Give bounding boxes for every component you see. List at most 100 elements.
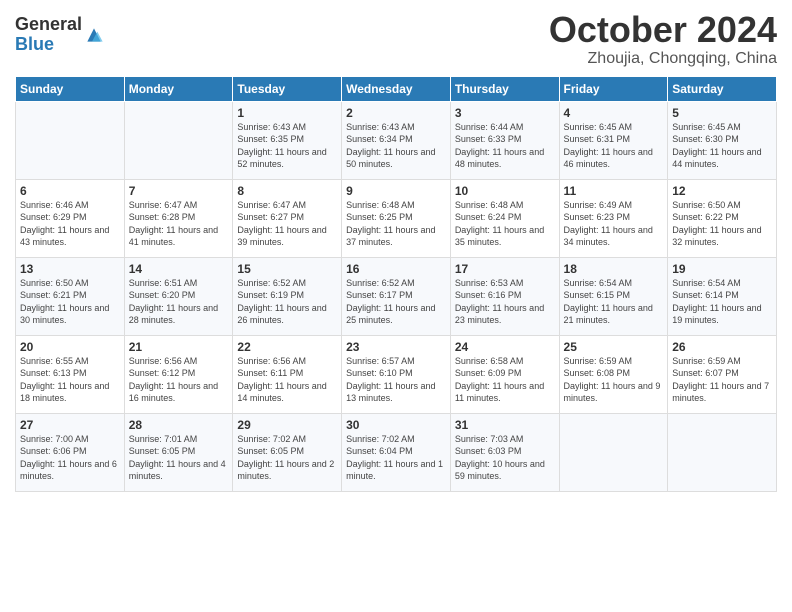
day-info: Sunrise: 6:50 AM Sunset: 6:21 PM Dayligh… — [20, 277, 120, 327]
day-number: 4 — [564, 106, 664, 120]
logo: General Blue — [15, 15, 104, 55]
calendar-cell: 30Sunrise: 7:02 AM Sunset: 6:04 PM Dayli… — [342, 413, 451, 491]
calendar-header-wednesday: Wednesday — [342, 76, 451, 101]
calendar-header-monday: Monday — [124, 76, 233, 101]
calendar-cell: 25Sunrise: 6:59 AM Sunset: 6:08 PM Dayli… — [559, 335, 668, 413]
day-number: 1 — [237, 106, 337, 120]
day-number: 18 — [564, 262, 664, 276]
calendar-cell: 24Sunrise: 6:58 AM Sunset: 6:09 PM Dayli… — [450, 335, 559, 413]
day-info: Sunrise: 6:54 AM Sunset: 6:15 PM Dayligh… — [564, 277, 664, 327]
calendar-cell — [668, 413, 777, 491]
day-info: Sunrise: 6:50 AM Sunset: 6:22 PM Dayligh… — [672, 199, 772, 249]
calendar-cell: 18Sunrise: 6:54 AM Sunset: 6:15 PM Dayli… — [559, 257, 668, 335]
day-info: Sunrise: 7:01 AM Sunset: 6:05 PM Dayligh… — [129, 433, 229, 483]
day-info: Sunrise: 6:52 AM Sunset: 6:19 PM Dayligh… — [237, 277, 337, 327]
calendar-cell: 28Sunrise: 7:01 AM Sunset: 6:05 PM Dayli… — [124, 413, 233, 491]
day-number: 22 — [237, 340, 337, 354]
calendar-cell: 27Sunrise: 7:00 AM Sunset: 6:06 PM Dayli… — [16, 413, 125, 491]
day-info: Sunrise: 6:56 AM Sunset: 6:12 PM Dayligh… — [129, 355, 229, 405]
subtitle: Zhoujia, Chongqing, China — [549, 50, 777, 68]
day-number: 15 — [237, 262, 337, 276]
day-info: Sunrise: 6:56 AM Sunset: 6:11 PM Dayligh… — [237, 355, 337, 405]
day-info: Sunrise: 6:59 AM Sunset: 6:07 PM Dayligh… — [672, 355, 772, 405]
day-info: Sunrise: 7:03 AM Sunset: 6:03 PM Dayligh… — [455, 433, 555, 483]
calendar-cell: 29Sunrise: 7:02 AM Sunset: 6:05 PM Dayli… — [233, 413, 342, 491]
calendar-cell: 15Sunrise: 6:52 AM Sunset: 6:19 PM Dayli… — [233, 257, 342, 335]
day-number: 12 — [672, 184, 772, 198]
calendar-cell: 7Sunrise: 6:47 AM Sunset: 6:28 PM Daylig… — [124, 179, 233, 257]
month-title: October 2024 — [549, 10, 777, 50]
day-info: Sunrise: 6:44 AM Sunset: 6:33 PM Dayligh… — [455, 121, 555, 171]
day-info: Sunrise: 6:46 AM Sunset: 6:29 PM Dayligh… — [20, 199, 120, 249]
calendar-cell: 22Sunrise: 6:56 AM Sunset: 6:11 PM Dayli… — [233, 335, 342, 413]
page: General Blue October 2024 Zhoujia, Chong… — [0, 0, 792, 612]
calendar-cell: 16Sunrise: 6:52 AM Sunset: 6:17 PM Dayli… — [342, 257, 451, 335]
calendar-cell: 4Sunrise: 6:45 AM Sunset: 6:31 PM Daylig… — [559, 101, 668, 179]
day-number: 27 — [20, 418, 120, 432]
day-number: 24 — [455, 340, 555, 354]
calendar-cell: 26Sunrise: 6:59 AM Sunset: 6:07 PM Dayli… — [668, 335, 777, 413]
calendar-cell — [559, 413, 668, 491]
day-info: Sunrise: 6:43 AM Sunset: 6:35 PM Dayligh… — [237, 121, 337, 171]
calendar-week-4: 27Sunrise: 7:00 AM Sunset: 6:06 PM Dayli… — [16, 413, 777, 491]
day-number: 16 — [346, 262, 446, 276]
day-number: 25 — [564, 340, 664, 354]
day-number: 2 — [346, 106, 446, 120]
calendar-header-saturday: Saturday — [668, 76, 777, 101]
day-info: Sunrise: 6:47 AM Sunset: 6:27 PM Dayligh… — [237, 199, 337, 249]
calendar-cell: 19Sunrise: 6:54 AM Sunset: 6:14 PM Dayli… — [668, 257, 777, 335]
day-info: Sunrise: 6:54 AM Sunset: 6:14 PM Dayligh… — [672, 277, 772, 327]
day-info: Sunrise: 6:57 AM Sunset: 6:10 PM Dayligh… — [346, 355, 446, 405]
calendar-week-3: 20Sunrise: 6:55 AM Sunset: 6:13 PM Dayli… — [16, 335, 777, 413]
calendar-cell: 12Sunrise: 6:50 AM Sunset: 6:22 PM Dayli… — [668, 179, 777, 257]
day-info: Sunrise: 6:58 AM Sunset: 6:09 PM Dayligh… — [455, 355, 555, 405]
day-info: Sunrise: 6:48 AM Sunset: 6:24 PM Dayligh… — [455, 199, 555, 249]
calendar-cell — [124, 101, 233, 179]
logo-blue-text: Blue — [15, 35, 82, 55]
calendar-cell: 10Sunrise: 6:48 AM Sunset: 6:24 PM Dayli… — [450, 179, 559, 257]
day-info: Sunrise: 6:43 AM Sunset: 6:34 PM Dayligh… — [346, 121, 446, 171]
day-number: 7 — [129, 184, 229, 198]
title-block: October 2024 Zhoujia, Chongqing, China — [549, 10, 777, 68]
header: General Blue October 2024 Zhoujia, Chong… — [15, 10, 777, 68]
day-number: 8 — [237, 184, 337, 198]
day-info: Sunrise: 6:51 AM Sunset: 6:20 PM Dayligh… — [129, 277, 229, 327]
calendar-week-2: 13Sunrise: 6:50 AM Sunset: 6:21 PM Dayli… — [16, 257, 777, 335]
calendar-header-friday: Friday — [559, 76, 668, 101]
day-info: Sunrise: 7:02 AM Sunset: 6:04 PM Dayligh… — [346, 433, 446, 483]
calendar-cell: 14Sunrise: 6:51 AM Sunset: 6:20 PM Dayli… — [124, 257, 233, 335]
day-info: Sunrise: 6:52 AM Sunset: 6:17 PM Dayligh… — [346, 277, 446, 327]
calendar-cell: 9Sunrise: 6:48 AM Sunset: 6:25 PM Daylig… — [342, 179, 451, 257]
calendar-cell: 2Sunrise: 6:43 AM Sunset: 6:34 PM Daylig… — [342, 101, 451, 179]
calendar-cell: 8Sunrise: 6:47 AM Sunset: 6:27 PM Daylig… — [233, 179, 342, 257]
calendar-cell: 1Sunrise: 6:43 AM Sunset: 6:35 PM Daylig… — [233, 101, 342, 179]
day-info: Sunrise: 6:45 AM Sunset: 6:30 PM Dayligh… — [672, 121, 772, 171]
day-number: 9 — [346, 184, 446, 198]
calendar-cell — [16, 101, 125, 179]
day-number: 20 — [20, 340, 120, 354]
day-number: 23 — [346, 340, 446, 354]
day-info: Sunrise: 7:02 AM Sunset: 6:05 PM Dayligh… — [237, 433, 337, 483]
day-info: Sunrise: 6:45 AM Sunset: 6:31 PM Dayligh… — [564, 121, 664, 171]
logo-icon — [84, 25, 104, 45]
day-number: 11 — [564, 184, 664, 198]
calendar-cell: 5Sunrise: 6:45 AM Sunset: 6:30 PM Daylig… — [668, 101, 777, 179]
calendar-cell: 17Sunrise: 6:53 AM Sunset: 6:16 PM Dayli… — [450, 257, 559, 335]
day-number: 13 — [20, 262, 120, 276]
calendar-week-0: 1Sunrise: 6:43 AM Sunset: 6:35 PM Daylig… — [16, 101, 777, 179]
day-info: Sunrise: 7:00 AM Sunset: 6:06 PM Dayligh… — [20, 433, 120, 483]
calendar-header-tuesday: Tuesday — [233, 76, 342, 101]
day-info: Sunrise: 6:59 AM Sunset: 6:08 PM Dayligh… — [564, 355, 664, 405]
calendar-cell: 20Sunrise: 6:55 AM Sunset: 6:13 PM Dayli… — [16, 335, 125, 413]
calendar-cell: 3Sunrise: 6:44 AM Sunset: 6:33 PM Daylig… — [450, 101, 559, 179]
calendar-cell: 23Sunrise: 6:57 AM Sunset: 6:10 PM Dayli… — [342, 335, 451, 413]
day-number: 31 — [455, 418, 555, 432]
day-info: Sunrise: 6:55 AM Sunset: 6:13 PM Dayligh… — [20, 355, 120, 405]
calendar-header-row: SundayMondayTuesdayWednesdayThursdayFrid… — [16, 76, 777, 101]
day-info: Sunrise: 6:48 AM Sunset: 6:25 PM Dayligh… — [346, 199, 446, 249]
calendar-header-sunday: Sunday — [16, 76, 125, 101]
day-number: 17 — [455, 262, 555, 276]
day-number: 14 — [129, 262, 229, 276]
day-number: 6 — [20, 184, 120, 198]
day-number: 29 — [237, 418, 337, 432]
